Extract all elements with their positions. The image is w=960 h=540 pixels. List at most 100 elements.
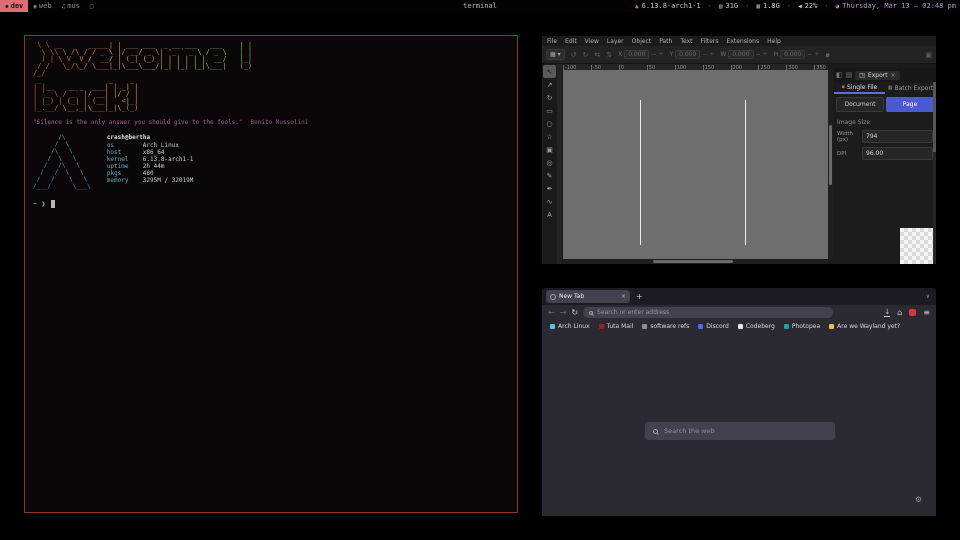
tool-button[interactable]: ↻ [543,91,556,104]
stepper-minus[interactable]: − [756,51,761,58]
tool-button[interactable]: ○ [543,117,556,130]
tool-button[interactable]: ▣ [543,143,556,156]
inkscape-canvas[interactable] [563,70,828,259]
bookmark-item[interactable]: Photopea [784,323,820,330]
tool-button[interactable]: ▭ [543,104,556,117]
bookmark-label: software refs [650,323,689,330]
fastfetch-output: /\ / \ /\ \ / \ \ / /\ \ / / \ \ / / \ \… [33,134,509,190]
stepper-minus[interactable]: − [651,51,656,58]
close-icon[interactable]: × [891,72,896,79]
url-bar[interactable]: Search or enter address [583,307,833,318]
web-search-box[interactable]: Search the web [645,422,835,440]
scrollbar-thumb[interactable] [653,260,733,263]
navbar-right-icons: ↓ ⌂ ≡ [884,308,930,317]
panel-scrollbar[interactable] [933,82,936,264]
stepper-plus[interactable]: + [763,51,768,58]
tool-button[interactable]: ✒ [543,182,556,195]
rotate-cw-icon[interactable]: ↻ [582,51,588,59]
fastfetch-value: x86_64 [143,149,165,156]
bookmark-item[interactable]: Tuta Mail [599,323,634,330]
new-tab-button[interactable]: + [636,292,643,301]
reload-icon[interactable]: ↻ [571,308,578,317]
tool-button[interactable]: ↗ [543,78,556,91]
field-value[interactable]: 0.000 [728,50,753,59]
downloads-icon[interactable]: ↓ [884,309,890,317]
menu-item[interactable]: Help [767,38,781,45]
fastfetch-row: uptime 2h 44m [107,163,194,170]
coordinate-field[interactable]: W 0.000 − + [720,50,767,59]
close-tab-icon[interactable]: × [621,293,626,300]
terminal-window[interactable]: \ \ __ _____| | ___ ___ _ __ ___ ___ | |… [24,35,518,513]
menu-item[interactable]: Text [680,38,692,45]
search-icon [653,429,658,434]
bookmark-favicon [599,324,604,329]
coordinate-fields: X 0.000 − + Y 0.000 − + W 0.000 − + [618,50,819,59]
coordinate-field[interactable]: Y 0.000 − + [669,50,714,59]
quote-author: Benito Mussolini [251,119,309,126]
active-tab[interactable]: New Tab × [546,290,630,303]
layers-dialog-icon[interactable]: ▤ [846,71,853,79]
list-all-tabs-icon[interactable]: ∨ [926,293,930,300]
flip-horizontal-icon[interactable]: ⇆ [594,51,600,59]
adblock-extension-icon[interactable] [909,309,916,316]
menu-item[interactable]: View [585,38,599,45]
width-row: Width (px) 794 [834,128,936,145]
snap-controls-icon[interactable]: ▣ [925,51,932,59]
tool-button[interactable]: ✎ [543,169,556,182]
lock-ratio-icon[interactable]: ▪ [825,51,830,59]
scrollbar-thumb[interactable] [933,82,936,152]
menu-item[interactable]: Object [632,38,652,45]
tool-button[interactable]: ◎ [543,156,556,169]
selection-mode-dropdown[interactable]: ▦ ▾ [546,49,565,60]
tool-button[interactable]: A [543,208,556,221]
tab-batch-export[interactable]: ▦ Batch Export [885,82,936,94]
menu-item[interactable]: Edit [565,38,577,45]
stepper-plus[interactable]: + [658,51,663,58]
bookmark-item[interactable]: Codeberg [738,323,775,330]
bookmark-item[interactable]: Discord [698,323,729,330]
tool-button[interactable]: ☆ [543,130,556,143]
document-button[interactable]: Document [836,97,884,112]
width-input[interactable]: 794 [862,130,933,143]
field-value[interactable]: 0.000 [675,50,700,59]
home-icon[interactable]: ⌂ [897,308,902,317]
scrollbar-thumb[interactable] [829,125,832,185]
drawn-vertical-line[interactable] [640,100,641,245]
field-value[interactable]: 0.000 [780,50,805,59]
fastfetch-label: memory [107,177,143,184]
menu-item[interactable]: Layer [607,38,624,45]
stepper-minus[interactable]: − [702,51,707,58]
stepper-plus[interactable]: + [709,51,714,58]
drawn-vertical-line[interactable] [745,100,746,245]
tool-button[interactable]: ∿ [543,195,556,208]
canvas-horizontal-scrollbar[interactable] [563,259,828,264]
canvas-vertical-scrollbar[interactable] [828,70,833,259]
field-value[interactable]: 0.000 [624,50,649,59]
tool-button[interactable]: ↖ [543,65,556,78]
fill-stroke-dialog-icon[interactable]: ◧ [836,71,843,79]
coordinate-field[interactable]: H 0.000 − + [774,50,820,59]
back-icon[interactable]: ← [548,308,555,317]
arch-ascii-logo: /\ / \ /\ \ / \ \ / /\ \ / / \ \ / / \ \… [33,134,91,190]
dpi-input[interactable]: 96.00 [862,147,933,160]
rotate-ccw-icon[interactable]: ↺ [571,51,577,59]
flip-vertical-icon[interactable]: ⇅ [606,51,612,59]
coordinate-field[interactable]: X 0.000 − + [618,50,663,59]
stepper-minus[interactable]: − [807,51,812,58]
menu-item[interactable]: Path [659,38,672,45]
bookmark-item[interactable]: software refs [642,323,689,330]
menu-item[interactable]: File [547,38,557,45]
menu-item[interactable]: Extensions [727,38,760,45]
tab-single-file[interactable]: ▪ Single File [834,82,885,94]
personalize-gear-icon[interactable]: ⚙ [915,495,922,504]
stepper-plus[interactable]: + [814,51,819,58]
page-button[interactable]: Page [886,97,934,112]
bookmark-item[interactable]: Arch Linux [550,323,590,330]
bookmark-item[interactable]: Are we Wayland yet? [829,323,900,330]
export-dialog-tab[interactable]: ◳ Export × [855,71,899,80]
menu-icon[interactable]: ≡ [923,308,930,317]
field-label: H [774,51,779,58]
menu-item[interactable]: Filters [701,38,719,45]
forward-icon[interactable]: → [560,308,567,317]
shell-prompt[interactable]: ~ ❯ [33,200,509,208]
